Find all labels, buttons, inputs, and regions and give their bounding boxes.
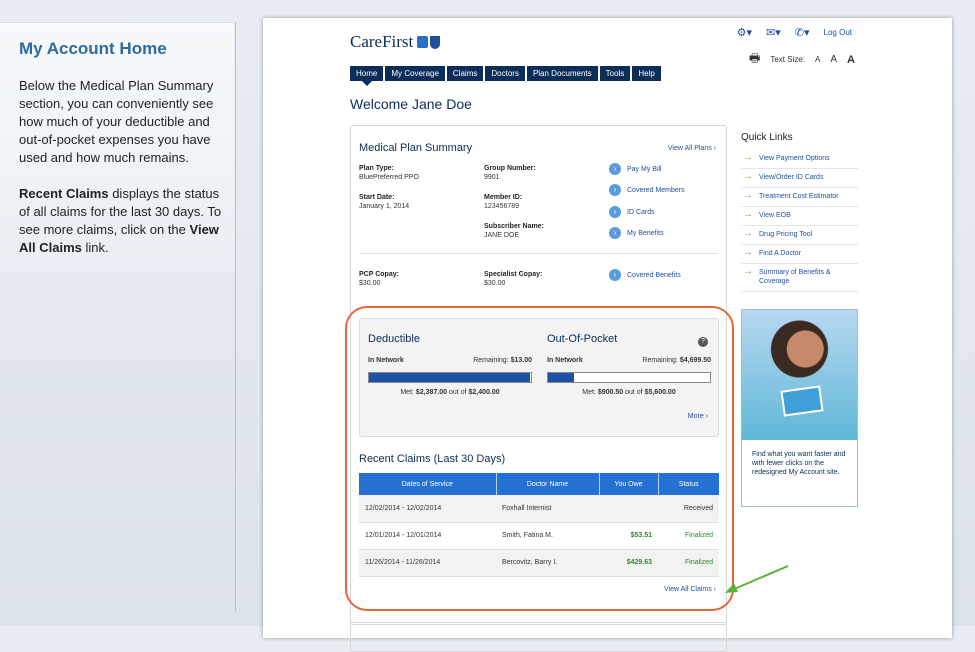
my-benefits-link[interactable]: › My Benefits [609, 227, 664, 239]
print-icon[interactable]: 🖶 [749, 49, 760, 70]
arrow-right-icon: › [609, 206, 621, 218]
quick-links: Quick Links View Payment Options View/Or… [741, 132, 858, 292]
mail-icon[interactable]: ✉▾ [766, 26, 781, 39]
covered-benefits-link[interactable]: › Covered Benefits [609, 269, 681, 281]
view-all-plans-link[interactable]: View All Plans › [668, 145, 716, 152]
covered-members-link[interactable]: › Covered Members [609, 184, 685, 196]
nav-my-coverage[interactable]: My Coverage [385, 66, 445, 81]
tablet-icon [780, 385, 824, 417]
id-cards-link[interactable]: › ID Cards [609, 206, 655, 218]
instruction-panel: My Account Home Below the Medical Plan S… [0, 22, 234, 272]
next-section-box [350, 622, 727, 652]
logout-link[interactable]: Log Out [824, 28, 852, 37]
blue-shield-icon [430, 36, 441, 49]
divider [359, 253, 718, 254]
utility-bar: 🖶 Text Size: A A A [749, 49, 855, 70]
summary-title: Medical Plan Summary [359, 142, 473, 154]
quick-link-summary-of-benefits[interactable]: Summary of Benefits & Coverage [741, 264, 858, 292]
welcome-heading: Welcome Jane Doe [350, 96, 472, 112]
panel-paragraph-1: Below the Medical Plan Summary section, … [19, 78, 214, 165]
pcp-copay: PCP Copay: $30.00 [359, 271, 399, 287]
blue-cross-icon [417, 36, 429, 48]
gear-icon[interactable]: ⚙▾ [737, 26, 752, 39]
arrow-right-icon: › [609, 184, 621, 196]
quick-link-id-cards[interactable]: View/Order ID Cards [741, 169, 858, 188]
screenshot-frame: CareFirst ⚙▾ ✉▾ ✆▾ Log Out 🖶 Text Size: … [263, 18, 952, 652]
specialist-copay: Specialist Copay: $30.00 [484, 271, 543, 287]
nav-doctors[interactable]: Doctors [485, 66, 525, 81]
group-number: Group Number: 9901 [484, 165, 536, 181]
nav-help[interactable]: Help [632, 66, 661, 81]
nav-claims[interactable]: Claims [446, 66, 484, 81]
nav-plan-documents[interactable]: Plan Documents [526, 66, 598, 81]
plan-type: Plan Type: BluePreferred PPO [359, 165, 419, 181]
pointer-arrow-icon [725, 565, 789, 593]
promo-banner[interactable]: Find what you want faster and with fewer… [741, 309, 858, 507]
quick-link-view-eob[interactable]: View EOB [741, 207, 858, 226]
arrow-right-icon: › [609, 163, 621, 175]
nav-tools[interactable]: Tools [599, 66, 631, 81]
arrow-right-icon: › [609, 269, 621, 281]
phone-icon[interactable]: ✆▾ [795, 26, 810, 39]
highlight-callout [345, 306, 734, 611]
text-size-small[interactable]: A [815, 55, 820, 64]
quick-links-title: Quick Links [741, 132, 793, 143]
promo-text: Find what you want faster and with fewer… [752, 451, 846, 476]
panel-paragraph-2: Recent Claims displays the status of all… [19, 186, 222, 255]
quick-link-drug-pricing[interactable]: Drug Pricing Tool [741, 226, 858, 245]
subscriber-name: Subscriber Name: JANE DOE [484, 223, 544, 239]
woman-with-tablet-image [742, 310, 857, 440]
member-id: Member ID: 123456789 [484, 194, 523, 210]
divider [235, 22, 236, 612]
quick-link-find-doctor[interactable]: Find A Doctor [741, 245, 858, 264]
text-size-large[interactable]: A [847, 54, 855, 66]
carefirst-logo[interactable]: CareFirst [350, 32, 441, 52]
text-size-medium[interactable]: A [830, 54, 837, 65]
text-size-label: Text Size: [770, 55, 806, 64]
start-date: Start Date: January 1, 2014 [359, 194, 410, 210]
pay-my-bill-link[interactable]: › Pay My Bill [609, 163, 662, 175]
header-icons: ⚙▾ ✉▾ ✆▾ Log Out [737, 26, 852, 39]
nav-home[interactable]: Home [350, 66, 384, 86]
arrow-right-icon: › [609, 227, 621, 239]
quick-link-cost-estimator[interactable]: Treatment Cost Estimator [741, 188, 858, 207]
panel-title: My Account Home [19, 39, 167, 58]
quick-link-payment-options[interactable]: View Payment Options [741, 150, 858, 169]
main-nav: Home My Coverage Claims Doctors Plan Doc… [350, 66, 661, 86]
